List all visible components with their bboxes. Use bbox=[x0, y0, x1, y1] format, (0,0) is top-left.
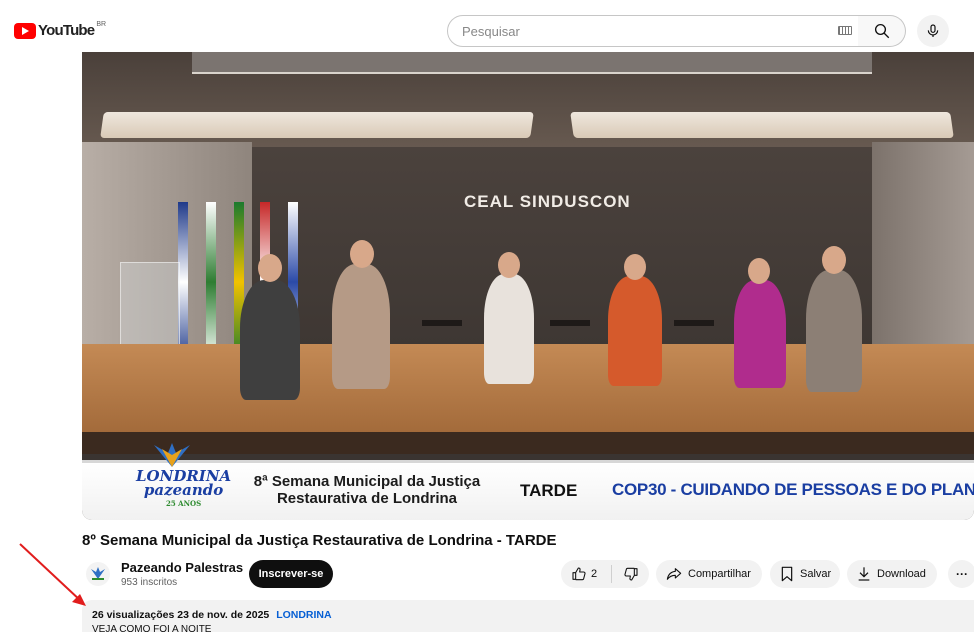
microphone-icon bbox=[927, 24, 939, 37]
panelist bbox=[484, 274, 534, 384]
upload-date: 23 de nov. de 2025 bbox=[177, 609, 270, 621]
flag bbox=[206, 202, 216, 362]
description-box[interactable]: 26 visualizações 23 de nov. de 2025 LOND… bbox=[82, 600, 974, 632]
youtube-play-icon bbox=[14, 22, 36, 39]
like-dislike-group: 2 bbox=[561, 560, 649, 588]
panelist-head bbox=[822, 246, 846, 274]
more-dots-icon: ··· bbox=[956, 567, 968, 581]
video-stage-edge bbox=[82, 432, 974, 454]
dove-logo-icon bbox=[154, 443, 190, 467]
search-button[interactable] bbox=[858, 15, 906, 47]
subscribe-button[interactable]: Inscrever-se bbox=[249, 560, 333, 588]
banner-logo: LONDRINA pazeando 25 ANOS bbox=[136, 469, 231, 511]
download-icon bbox=[858, 567, 870, 581]
banner-logo-sub: 25 ANOS bbox=[166, 499, 202, 508]
search-icon bbox=[874, 23, 889, 39]
video-title: 8º Semana Municipal da Justiça Restaurat… bbox=[82, 532, 557, 549]
panelist-head bbox=[258, 254, 282, 282]
annotation-arrow-icon bbox=[19, 543, 86, 606]
panelist bbox=[332, 264, 390, 389]
panelist bbox=[734, 280, 786, 388]
share-label: Compartilhar bbox=[688, 568, 751, 580]
search-input[interactable] bbox=[462, 16, 832, 46]
more-actions-button[interactable]: ··· bbox=[948, 560, 974, 588]
side-table bbox=[674, 320, 714, 326]
panelist-head bbox=[748, 258, 770, 284]
like-button[interactable]: 2 bbox=[561, 560, 611, 588]
side-table bbox=[422, 320, 462, 326]
banner-period: TARDE bbox=[520, 481, 578, 500]
download-label: Download bbox=[877, 568, 926, 580]
description-first-line: VEJA COMO FOI A NOITE bbox=[92, 624, 212, 632]
side-table bbox=[550, 320, 590, 326]
video-banner: LONDRINA pazeando 25 ANOS 8ª Semana Muni… bbox=[82, 443, 974, 520]
dislike-button[interactable] bbox=[612, 560, 649, 588]
channel-name[interactable]: Pazeando Palestras bbox=[121, 560, 243, 575]
share-button[interactable]: Compartilhar bbox=[656, 560, 762, 588]
panelist-head bbox=[350, 240, 374, 268]
hashtag-link[interactable]: LONDRINA bbox=[276, 609, 331, 621]
banner-event-title: 8ª Semana Municipal da Justiça Restaurat… bbox=[232, 473, 502, 507]
thumbs-down-icon bbox=[623, 567, 638, 581]
download-button[interactable]: Download bbox=[847, 560, 937, 588]
region-code: BR bbox=[96, 21, 107, 28]
keyboard-icon[interactable] bbox=[838, 26, 852, 35]
video-player[interactable]: CEAL SINDUSCON LONDRINA pazeando 25 ANOS… bbox=[82, 52, 974, 520]
panelist bbox=[608, 276, 662, 386]
channel-subscriber-count: 953 inscritos bbox=[121, 577, 178, 588]
bookmark-icon bbox=[781, 566, 793, 582]
view-count: 26 visualizações bbox=[92, 609, 175, 621]
banner-theme: COP30 - CUIDANDO DE PESSOAS E DO PLANETA bbox=[612, 480, 974, 499]
save-button[interactable]: Salvar bbox=[770, 560, 840, 588]
sponsor-wall-text: CEAL SINDUSCON bbox=[464, 192, 631, 211]
banner-event-line1: 8ª Semana Municipal da Justiça bbox=[253, 473, 481, 490]
search-box bbox=[447, 15, 867, 47]
voice-search-button[interactable] bbox=[917, 15, 949, 47]
video-projection-screen bbox=[192, 52, 872, 74]
panelist bbox=[240, 280, 300, 400]
thumbs-up-icon bbox=[572, 567, 586, 581]
save-label: Salvar bbox=[800, 568, 832, 580]
panelist bbox=[806, 270, 862, 392]
banner-event-line2: Restaurativa de Londrina bbox=[276, 490, 458, 507]
description-meta: 26 visualizações 23 de nov. de 2025 LOND… bbox=[92, 609, 974, 621]
youtube-logo[interactable]: YouTube BR bbox=[14, 21, 107, 39]
share-arrow-icon bbox=[666, 568, 682, 580]
panelist-head bbox=[624, 254, 646, 280]
video-light-left bbox=[100, 112, 534, 138]
like-count: 2 bbox=[591, 568, 598, 580]
video-light-right bbox=[570, 112, 954, 138]
masthead: YouTube BR bbox=[0, 0, 974, 58]
panelist-head bbox=[498, 252, 520, 278]
channel-logo-icon bbox=[91, 567, 105, 580]
logo-text: YouTube bbox=[38, 22, 95, 39]
